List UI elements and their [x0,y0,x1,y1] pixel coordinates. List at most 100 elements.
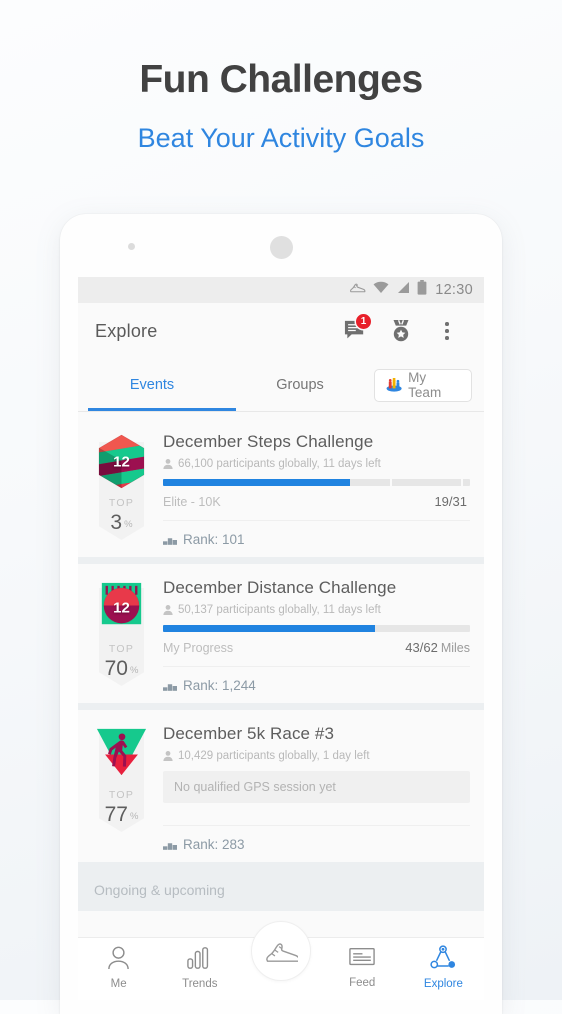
earpiece-speaker [270,236,293,259]
shoe-icon [349,281,366,299]
participants-icon [163,458,173,469]
nav-label-trends: Trends [182,978,218,990]
tab-groups[interactable]: Groups [226,359,374,411]
progress-tick [390,479,393,486]
front-camera-dot [128,243,135,250]
progress-note: Elite - 10K 19/31 [163,494,470,521]
top-label: TOP [108,643,135,655]
rank-row: Rank: 101 [163,532,470,547]
challenge-meta: 50,137 participants globally, 11 days le… [163,604,470,616]
challenge-meta-text: 50,137 participants globally, 11 days le… [178,604,381,616]
top-percent-value: 3 [110,511,123,534]
my-team-button[interactable]: My Team [374,368,472,402]
top-percent-value: 77 [104,803,128,826]
start-activity-button[interactable] [251,921,311,981]
tab-bar: Events Groups My Team [78,359,484,412]
messages-button[interactable]: 1 [332,308,378,354]
battery-icon [417,280,427,300]
hex-medal-icon: 12 [92,432,151,491]
top-percent-unit: % [129,811,139,822]
page-subtitle: Beat Your Activity Goals [137,122,425,153]
section-header: Ongoing & upcoming [78,869,484,911]
fab-wrapper [240,921,321,981]
podium-icon [163,537,177,545]
status-clock: 12:30 [435,282,473,298]
challenge-meta-text: 66,100 participants globally, 11 days le… [178,458,381,470]
app-bar-actions: 1 [332,308,470,354]
tab-events[interactable]: Events [78,359,226,411]
nav-item-trends[interactable]: Trends [159,938,240,990]
running-shoe-icon [266,942,298,962]
triangle-medal-icon [92,724,151,783]
rank-text: Rank: 101 [183,532,245,547]
medal-icon [393,319,409,342]
rank-text: Rank: 283 [183,837,245,852]
feed-icon [349,947,375,966]
medal-number: 12 [113,599,130,616]
team-people-icon [386,377,402,392]
top-percent-unit: % [124,519,133,530]
rank-ribbon: TOP 77% [90,724,153,852]
progress-label: Elite - 10K [163,495,221,509]
nav-item-explore[interactable]: Explore [403,938,484,990]
progress-value-unit: Miles [440,641,470,655]
progress-note: My Progress 43/62 Miles [163,640,470,667]
challenge-title: December 5k Race #3 [163,724,335,743]
challenge-list: 12 TOP 3% December Steps Challenge 66,10… [78,418,484,911]
participants-icon [163,750,173,761]
medal-number: 12 [113,453,130,470]
participants-icon [163,604,173,615]
progress-label: My Progress [163,641,234,655]
challenge-body: December Steps Challenge 66,100 particip… [153,432,470,547]
top-percent-value: 70 [104,657,128,680]
nav-label-me: Me [110,978,127,990]
progress-value: 19/31 [434,494,470,509]
page-title: Fun Challenges [139,58,423,101]
app-bar-title: Explore [95,320,158,341]
hero-headings: Fun Challenges Beat Your Activity Goals [0,0,562,154]
top-percent: 3% [110,511,132,535]
rank-row: Rank: 283 [163,837,470,852]
progress-value: 43/62 Miles [405,640,470,655]
challenge-card[interactable]: 12 TOP 70% December Distance Challenge 5… [78,564,484,703]
progress-fill [163,625,375,632]
no-session-note: No qualified GPS session yet [163,771,470,803]
challenge-title: December Distance Challenge [163,578,397,597]
rank-text: Rank: 1,244 [183,678,256,693]
top-percent: 70% [105,657,139,681]
progress-fill [163,479,351,486]
overflow-menu-button[interactable] [424,308,470,354]
no-session-wrapper: No qualified GPS session yet [163,771,470,826]
bottom-navigation: Me Trends Feed Explore [78,921,484,1000]
podium-icon [163,683,177,691]
nav-item-me[interactable]: Me [78,938,159,990]
overflow-menu-icon [445,322,449,340]
progress-value-number: 43/62 [405,640,438,655]
top-label: TOP [108,497,135,509]
podium-icon [163,842,177,850]
tab-active-underline [88,408,236,411]
person-icon [108,946,129,970]
nav-item-feed[interactable]: Feed [322,938,403,989]
challenge-body: December 5k Race #3 10,429 participants … [153,724,470,852]
challenge-title: December Steps Challenge [163,432,374,451]
challenge-card[interactable]: 12 TOP 3% December Steps Challenge 66,10… [78,418,484,557]
status-bar: 12:30 [78,277,484,303]
bar-chart-icon [187,947,208,969]
progress-bar [163,625,470,632]
progress-tick [460,479,463,486]
top-label: TOP [108,789,135,801]
wifi-icon [373,281,389,299]
challenge-card[interactable]: TOP 77% December 5k Race #3 10,429 parti… [78,710,484,862]
awards-button[interactable] [378,308,424,354]
nav-label-explore: Explore [423,978,463,990]
challenge-meta: 66,100 participants globally, 11 days le… [163,458,470,470]
circle-medal-icon: 12 [92,578,151,637]
challenge-body: December Distance Challenge 50,137 parti… [153,578,470,693]
phone-screen: 12:30 Explore 1 Events Groups My Team 12… [78,277,484,1000]
rank-row: Rank: 1,244 [163,678,470,693]
signal-icon [396,281,410,299]
progress-value-number: 19/31 [434,494,467,509]
share-network-icon [430,945,456,969]
top-percent: 77% [105,803,139,827]
